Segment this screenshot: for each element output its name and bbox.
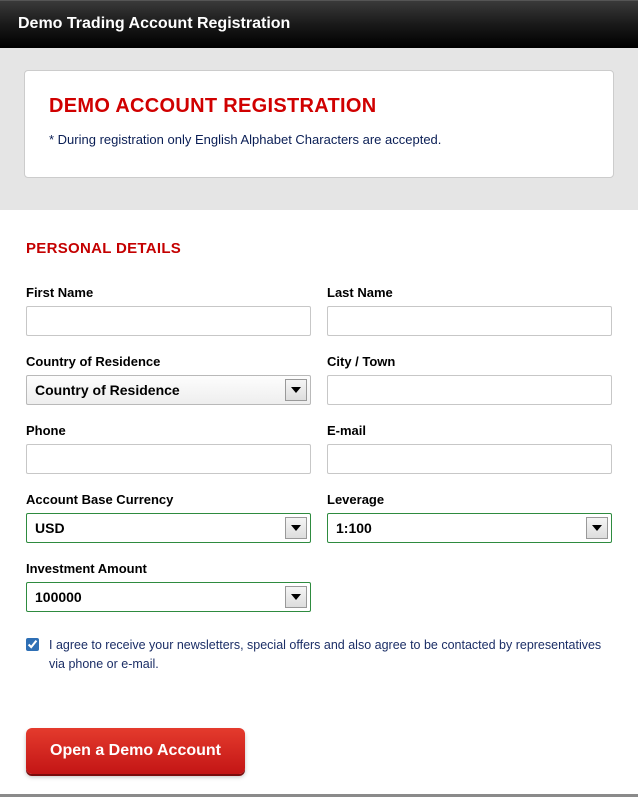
field-first-name: First Name bbox=[26, 285, 311, 336]
label-currency: Account Base Currency bbox=[26, 492, 311, 507]
chevron-down-icon bbox=[586, 517, 608, 539]
footer: Open a Demo Account bbox=[0, 704, 638, 794]
select-investment[interactable]: 100000 bbox=[26, 582, 311, 612]
label-investment: Investment Amount bbox=[26, 561, 311, 576]
header-band: DEMO ACCOUNT REGISTRATION * During regis… bbox=[0, 48, 638, 210]
label-city: City / Town bbox=[327, 354, 612, 369]
field-country: Country of Residence Country of Residenc… bbox=[26, 354, 311, 405]
section-personal-details: PERSONAL DETAILS bbox=[26, 240, 612, 257]
label-email: E-mail bbox=[327, 423, 612, 438]
input-first-name[interactable] bbox=[26, 306, 311, 336]
chevron-down-icon bbox=[285, 379, 307, 401]
select-investment-value: 100000 bbox=[27, 583, 310, 611]
input-email[interactable] bbox=[327, 444, 612, 474]
label-first-name: First Name bbox=[26, 285, 311, 300]
window-title: Demo Trading Account Registration bbox=[18, 15, 290, 32]
select-leverage-value: 1:100 bbox=[328, 514, 611, 542]
info-note: * During registration only English Alpha… bbox=[49, 132, 589, 147]
input-last-name[interactable] bbox=[327, 306, 612, 336]
chevron-down-icon bbox=[285, 586, 307, 608]
label-last-name: Last Name bbox=[327, 285, 612, 300]
select-currency[interactable]: USD bbox=[26, 513, 311, 543]
field-email: E-mail bbox=[327, 423, 612, 474]
select-country[interactable]: Country of Residence bbox=[26, 375, 311, 405]
input-phone[interactable] bbox=[26, 444, 311, 474]
field-investment: Investment Amount 100000 bbox=[26, 561, 311, 612]
label-phone: Phone bbox=[26, 423, 311, 438]
consent-checkbox[interactable] bbox=[26, 637, 39, 652]
label-country: Country of Residence bbox=[26, 354, 311, 369]
select-country-value: Country of Residence bbox=[27, 376, 310, 404]
field-phone: Phone bbox=[26, 423, 311, 474]
consent-row: I agree to receive your newsletters, spe… bbox=[26, 636, 612, 674]
select-leverage[interactable]: 1:100 bbox=[327, 513, 612, 543]
field-leverage: Leverage 1:100 bbox=[327, 492, 612, 543]
label-leverage: Leverage bbox=[327, 492, 612, 507]
form-area: PERSONAL DETAILS First Name Last Name Co… bbox=[0, 210, 638, 704]
info-title: DEMO ACCOUNT REGISTRATION bbox=[49, 95, 589, 118]
field-city: City / Town bbox=[327, 354, 612, 405]
registration-window: Demo Trading Account Registration DEMO A… bbox=[0, 0, 638, 794]
field-currency: Account Base Currency USD bbox=[26, 492, 311, 543]
info-box: DEMO ACCOUNT REGISTRATION * During regis… bbox=[24, 70, 614, 178]
select-currency-value: USD bbox=[27, 514, 310, 542]
input-city[interactable] bbox=[327, 375, 612, 405]
open-demo-account-button[interactable]: Open a Demo Account bbox=[26, 728, 245, 774]
consent-text: I agree to receive your newsletters, spe… bbox=[49, 636, 612, 674]
chevron-down-icon bbox=[285, 517, 307, 539]
field-last-name: Last Name bbox=[327, 285, 612, 336]
window-titlebar: Demo Trading Account Registration bbox=[0, 0, 638, 48]
